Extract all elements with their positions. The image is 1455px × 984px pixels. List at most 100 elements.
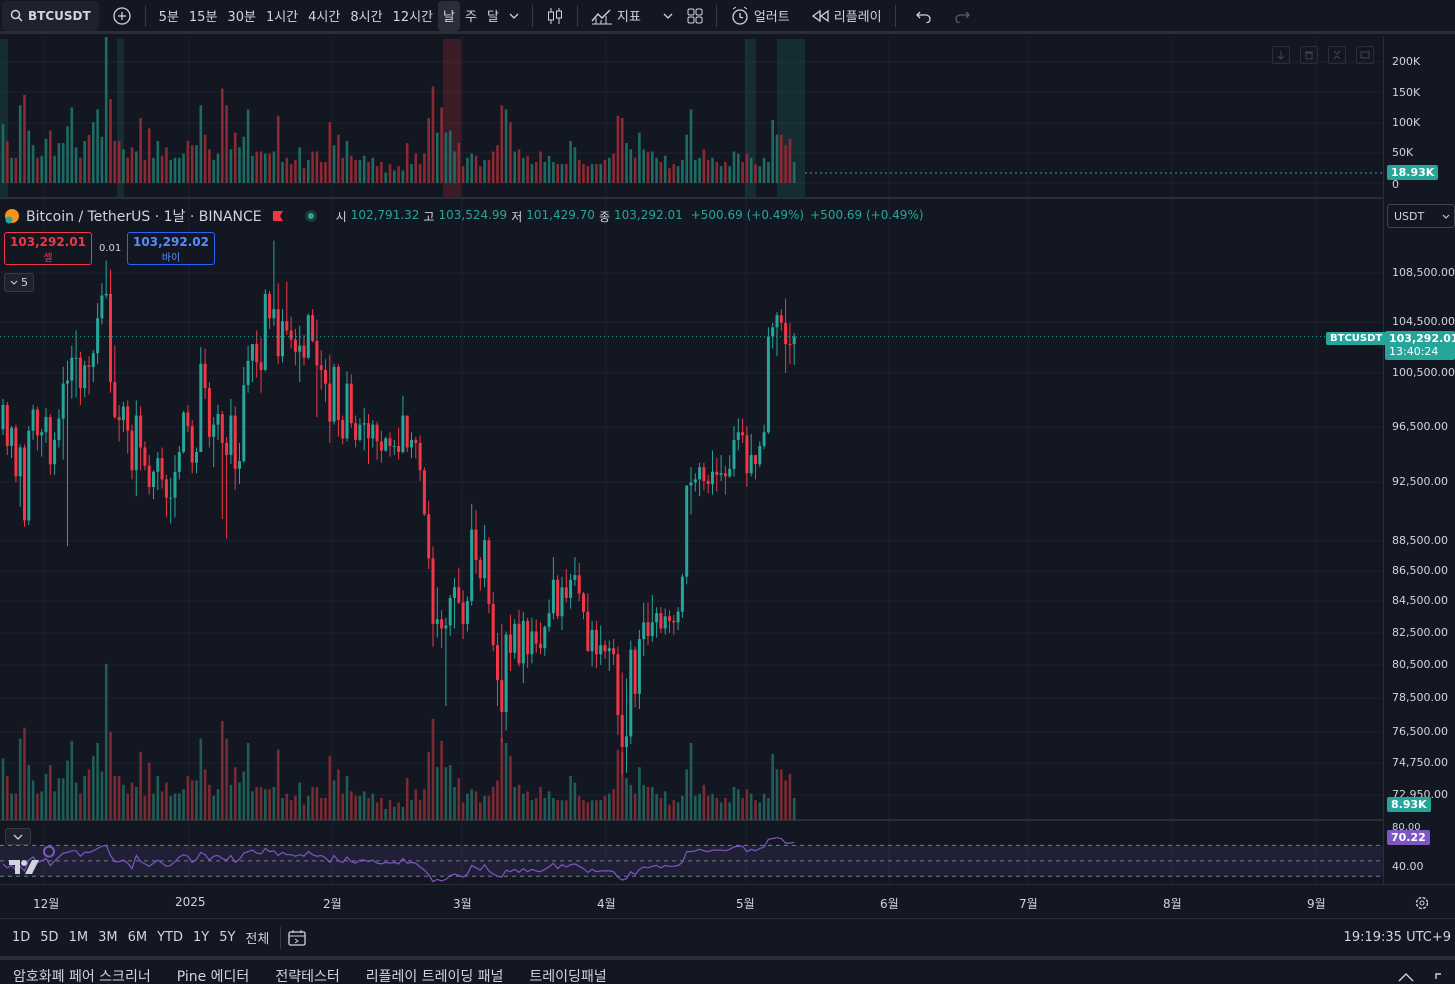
interval-week[interactable]: 주 xyxy=(460,1,482,31)
volume-bar xyxy=(444,132,448,183)
candle-body xyxy=(672,620,676,623)
price-chart[interactable] xyxy=(0,37,1383,884)
tab-pine-editor[interactable]: Pine 에디터 xyxy=(164,960,263,984)
candle-body xyxy=(706,480,710,484)
indicators-collapse-button[interactable]: 5 xyxy=(4,273,34,292)
maximize-pane-icon[interactable] xyxy=(1356,46,1374,64)
settings-gear-icon[interactable] xyxy=(1414,895,1430,911)
interval-dropdown-chevron-icon[interactable] xyxy=(504,1,524,31)
tradingview-logo[interactable] xyxy=(8,858,40,880)
price-axis[interactable]: 200K 150K 100K 50K 0 18.93K 108,500.00 1… xyxy=(1383,37,1455,884)
alert-button[interactable]: 얼러트 xyxy=(725,1,795,31)
rsi-collapse-button[interactable] xyxy=(5,828,31,845)
candle-body xyxy=(689,482,693,486)
trash-icon[interactable] xyxy=(1300,46,1318,64)
tab-replay-trading-panel[interactable]: 리플레이 트레이딩 패널 xyxy=(353,960,517,984)
candle-body xyxy=(272,309,276,319)
overlay-volume-bar xyxy=(195,780,198,820)
candle-body xyxy=(405,415,409,448)
symbol-search-button[interactable]: BTCUSDT xyxy=(2,0,99,31)
time-axis[interactable]: 12월 2025 2월 3월 4월 5월 6월 7월 8월 9월 xyxy=(0,884,1455,918)
volume-bar xyxy=(397,166,400,183)
overlay-volume-bar xyxy=(685,769,688,820)
overlay-volume-bar xyxy=(251,791,254,820)
candle-body xyxy=(289,330,293,340)
overlay-volume-bar xyxy=(173,793,177,820)
tab-trading-panel[interactable]: 트레이딩패널 xyxy=(516,960,619,984)
volume-bar xyxy=(57,143,61,183)
buy-button[interactable]: 103,292.02 바이 xyxy=(127,232,215,265)
interval-5m[interactable]: 5분 xyxy=(154,1,184,31)
candle-body xyxy=(762,432,766,446)
compare-add-icon[interactable] xyxy=(107,1,137,31)
candle-body xyxy=(182,412,186,453)
volume-bar xyxy=(117,141,121,183)
interval-8h[interactable]: 8시간 xyxy=(345,1,387,31)
collapse-pane-icon[interactable] xyxy=(1328,46,1346,64)
interval-12h[interactable]: 12시간 xyxy=(388,1,438,31)
range-1y[interactable]: 1Y xyxy=(188,930,214,945)
candle-body xyxy=(612,648,616,655)
indicators-dropdown-chevron-icon[interactable] xyxy=(658,1,678,31)
overlay-volume-bar xyxy=(780,769,783,820)
overlay-volume-bar xyxy=(147,762,151,820)
indicators-button[interactable]: 지표 xyxy=(586,1,646,31)
overlay-volume-bar xyxy=(92,756,95,820)
range-ytd[interactable]: YTD xyxy=(152,930,188,945)
layout-grid-icon[interactable] xyxy=(682,1,708,31)
volume-bar xyxy=(401,170,405,183)
interval-15m[interactable]: 15분 xyxy=(184,1,223,31)
chart-legend: Bitcoin / TetherUS · 1날 · BINANCE 시 102,7… xyxy=(4,206,924,226)
replay-button[interactable]: 리플레이 xyxy=(807,1,887,31)
overlay-volume-bar xyxy=(479,802,482,820)
range-5y[interactable]: 5Y xyxy=(214,930,240,945)
interval-1h[interactable]: 1시간 xyxy=(261,1,303,31)
overlay-volume-bar xyxy=(573,782,577,820)
maximize-icon[interactable] xyxy=(1434,972,1450,984)
overlay-volume-bar xyxy=(96,743,99,820)
candle-style-icon[interactable] xyxy=(541,1,569,31)
candle-body xyxy=(741,432,745,436)
tab-crypto-screener[interactable]: 암호화폐 페어 스크리너 xyxy=(0,960,164,984)
candle-body xyxy=(582,593,585,612)
interval-30m[interactable]: 30분 xyxy=(222,1,261,31)
volume-bar xyxy=(762,157,766,183)
range-5d[interactable]: 5D xyxy=(35,930,63,945)
interval-month[interactable]: 달 xyxy=(482,1,504,31)
volume-bar xyxy=(18,105,22,183)
overlay-volume-bar xyxy=(10,793,13,820)
candle-body xyxy=(220,414,224,443)
price-axis-tick: 84,500.00 xyxy=(1392,594,1448,607)
undo-icon[interactable] xyxy=(910,1,938,31)
interval-day[interactable]: 날 xyxy=(438,0,460,31)
volume-bar xyxy=(14,157,18,183)
interval-4h[interactable]: 4시간 xyxy=(303,1,345,31)
candle-body xyxy=(676,611,680,623)
range-1m[interactable]: 1M xyxy=(64,930,94,945)
volume-bar xyxy=(543,162,547,183)
candle-body xyxy=(736,432,740,440)
overlay-volume-bar xyxy=(186,776,190,820)
candle-body xyxy=(487,540,491,605)
tab-strategy-tester[interactable]: 전략테스터 xyxy=(262,960,352,984)
bar-countdown: 13:40:24 xyxy=(1389,345,1439,358)
redo-icon[interactable] xyxy=(948,1,976,31)
legend-symbol-title[interactable]: Bitcoin / TetherUS · 1날 · BINANCE xyxy=(26,206,262,226)
overlay-volume-bar xyxy=(500,738,504,820)
range-6m[interactable]: 6M xyxy=(123,930,153,945)
chevron-up-icon[interactable] xyxy=(1398,972,1414,982)
goto-date-calendar-icon[interactable] xyxy=(287,929,307,947)
move-down-icon[interactable] xyxy=(1272,46,1290,64)
flag-icon[interactable] xyxy=(272,210,284,222)
overlay-volume-bar xyxy=(724,798,727,820)
candle-body xyxy=(91,353,95,367)
range-3m[interactable]: 3M xyxy=(93,930,123,945)
volume-bar xyxy=(539,151,542,183)
overlay-volume-bar xyxy=(18,738,22,820)
range-all[interactable]: 전체 xyxy=(240,928,274,947)
range-1d[interactable]: 1D xyxy=(7,930,35,945)
clock-timezone[interactable]: 19:19:35 UTC+9 xyxy=(1344,930,1451,945)
volume-bar xyxy=(216,153,220,183)
sell-button[interactable]: 103,292.01 셀 xyxy=(4,232,92,265)
overlay-volume-bar xyxy=(122,784,125,820)
